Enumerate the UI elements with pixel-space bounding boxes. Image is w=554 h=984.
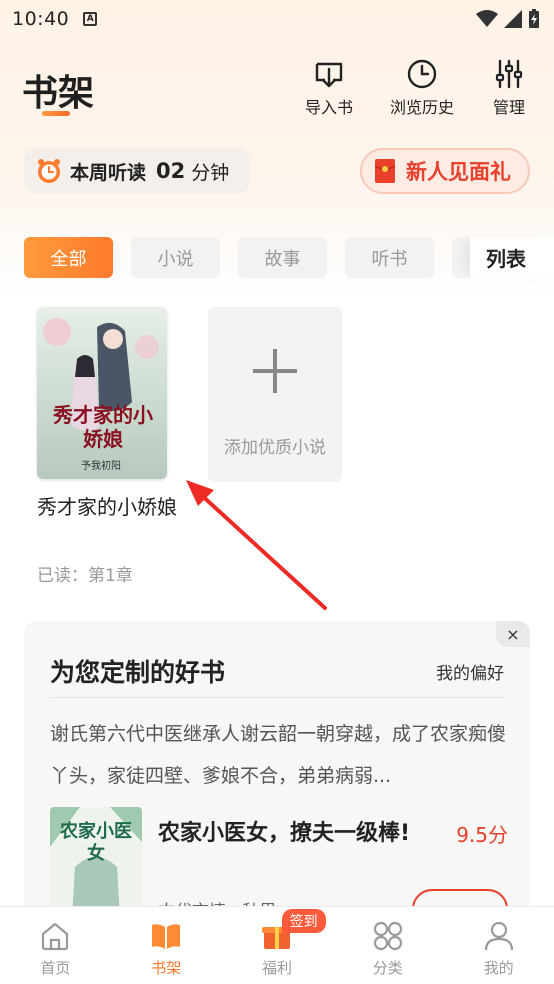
page-title: 书架 xyxy=(22,73,95,114)
home-icon xyxy=(42,922,69,951)
user-icon xyxy=(484,921,513,951)
recommended-book-score: 9.5分 xyxy=(456,823,508,847)
divider xyxy=(50,697,504,698)
status-bar: 10:40 A xyxy=(0,0,554,38)
nav-item-profile[interactable]: 我的 xyxy=(443,907,554,984)
sliders-icon xyxy=(495,59,523,89)
book-progress: 已读：第1章 xyxy=(37,566,133,586)
recommendation-heading: 为您定制的好书 xyxy=(50,658,226,687)
book-cover-author: 予我初阳 xyxy=(81,461,121,472)
alarm-clock-icon xyxy=(38,159,60,183)
weekly-listen-pill[interactable]: 本周听读 02 分钟 xyxy=(24,148,250,194)
listen-unit: 分钟 xyxy=(191,161,230,184)
nav-profile-label: 我的 xyxy=(483,959,514,977)
filter-chips: 全部 小说 故事 听书 xyxy=(24,237,482,278)
listen-label: 本周听读 xyxy=(70,161,147,184)
nav-item-welfare[interactable]: 签到 福利 xyxy=(222,907,333,984)
nav-category-label: 分类 xyxy=(372,959,403,977)
filter-chip-all[interactable]: 全部 xyxy=(24,237,113,278)
recommended-book-cover[interactable]: 农家小医女 xyxy=(50,807,142,917)
nav-home-label: 首页 xyxy=(40,959,71,977)
close-recommendation-button[interactable]: × xyxy=(496,621,530,647)
notification-a-icon: A xyxy=(83,12,98,26)
nav-item-category[interactable]: 分类 xyxy=(332,907,443,984)
title-underline xyxy=(42,111,70,116)
book-title[interactable]: 秀才家的小娇娘 xyxy=(37,491,177,523)
history-button[interactable]: 浏览历史 xyxy=(390,58,454,118)
recommendation-card: × 为您定制的好书 我的偏好 谢氏第六代中医继承人谢云韶一朝穿越，成了农家痴傻丫… xyxy=(24,621,530,921)
annotation-arrow-icon xyxy=(186,480,327,610)
red-envelope-icon xyxy=(374,159,396,183)
book-cover-title: 秀才家的小娇娘 xyxy=(53,403,153,451)
battery-icon xyxy=(529,9,539,28)
add-book-label: 添加优质小说 xyxy=(224,438,326,458)
clock-icon xyxy=(407,59,437,89)
grid-icon xyxy=(373,921,402,951)
filter-chip-novel[interactable]: 小说 xyxy=(131,237,220,278)
bottom-nav: 首页 书架 签到 福利 分类 我的 xyxy=(0,906,554,984)
listen-minutes: 02 xyxy=(156,159,186,183)
import-book-button[interactable]: 导入书 xyxy=(305,58,353,118)
book-cover-art xyxy=(37,307,167,479)
bookshelf-icon xyxy=(152,924,181,949)
my-preference-link[interactable]: 我的偏好 xyxy=(436,659,504,684)
add-book-tile[interactable]: 添加优质小说 xyxy=(208,307,342,482)
manage-label: 管理 xyxy=(493,98,526,117)
filter-chip-story[interactable]: 故事 xyxy=(238,237,327,278)
status-icons xyxy=(476,9,540,29)
import-book-label: 导入书 xyxy=(305,98,354,117)
history-label: 浏览历史 xyxy=(390,98,455,117)
nav-bookshelf-label: 书架 xyxy=(151,959,182,977)
sign-in-badge[interactable]: 签到 xyxy=(281,909,326,933)
nav-welfare-label: 福利 xyxy=(261,959,292,977)
status-time: 10:40 xyxy=(12,8,70,30)
newcomer-gift-button[interactable]: 新人见面礼 xyxy=(360,148,530,194)
filter-chip-audiobook[interactable]: 听书 xyxy=(345,237,434,278)
recommended-book-cover-title: 农家小医女 xyxy=(60,821,132,864)
book-cover[interactable]: 秀才家的小娇娘 予我初阳 xyxy=(37,307,167,479)
manage-button[interactable]: 管理 xyxy=(493,58,525,118)
list-view-toggle[interactable]: 列表 xyxy=(470,237,554,278)
nav-item-home[interactable]: 首页 xyxy=(0,907,111,984)
recommended-book-title[interactable]: 农家小医女，撩夫一级棒! xyxy=(158,817,418,851)
signal-icon xyxy=(504,10,522,28)
plus-icon xyxy=(253,349,297,393)
recommendation-description[interactable]: 谢氏第六代中医继承人谢云韶一朝穿越，成了农家痴傻丫头，家徒四壁、爹娘不合，弟弟病… xyxy=(50,713,510,797)
gift-label: 新人见面礼 xyxy=(406,160,511,184)
nav-item-bookshelf[interactable]: 书架 xyxy=(111,907,222,984)
import-icon xyxy=(315,62,343,88)
wifi-icon xyxy=(476,10,498,27)
